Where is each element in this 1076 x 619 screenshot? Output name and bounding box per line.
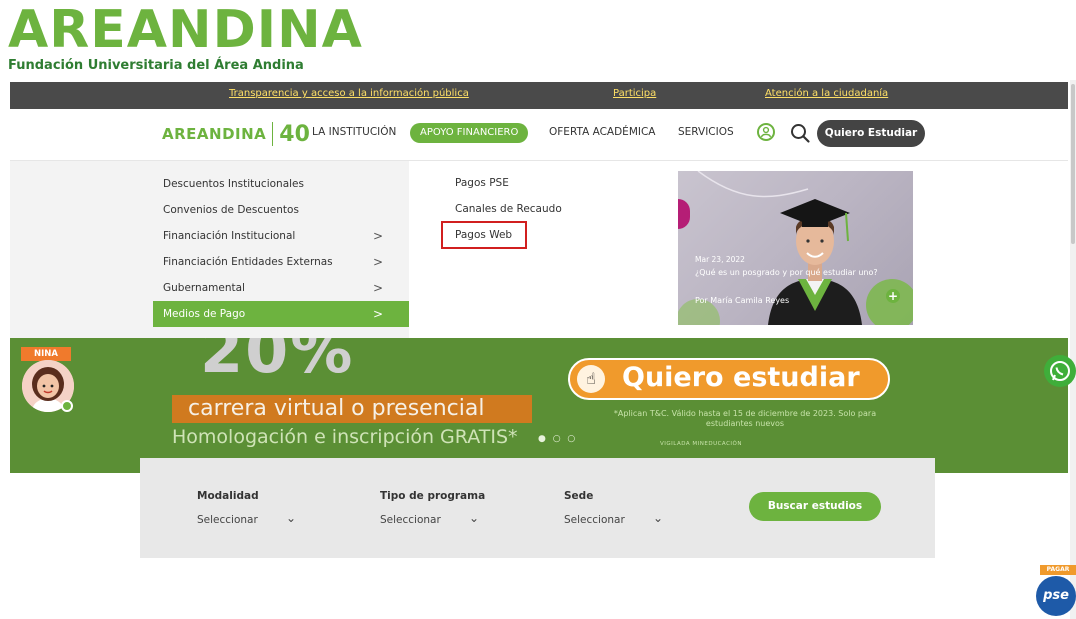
user-icon[interactable] — [757, 123, 775, 141]
nav-oferta-academica[interactable]: OFERTA ACADÉMICA — [549, 126, 656, 138]
hero-cta-label: Quiero estudiar — [622, 362, 860, 393]
chevron-down-icon[interactable]: ⌄ — [469, 511, 479, 525]
hero-fine-print: *Aplican T&C. Válido hasta el 15 de dici… — [613, 409, 877, 428]
nav-apoyo-financiero[interactable]: APOYO FINANCIERO — [410, 123, 529, 143]
link-participa[interactable]: Participa — [613, 88, 656, 99]
carousel-dots[interactable]: ● ○ ○ — [538, 434, 577, 444]
link-atencion-ciudadania[interactable]: Atención a la ciudadanía — [765, 88, 888, 99]
menu-item-financiacion-institucional[interactable]: Financiación Institucional > — [153, 223, 409, 249]
whatsapp-icon[interactable] — [1044, 355, 1076, 387]
menu-item-label: Medios de Pago — [163, 308, 246, 320]
link-transparencia[interactable]: Transparencia y acceso a la información … — [229, 88, 469, 99]
menu-item-label: Financiación Entidades Externas — [163, 256, 333, 268]
menu-item-convenios-descuentos[interactable]: Convenios de Descuentos — [153, 197, 409, 223]
modalidad-label: Modalidad — [197, 490, 259, 502]
menu-item-gubernamental[interactable]: Gubernamental > — [153, 275, 409, 301]
tipo-programa-select[interactable]: Seleccionar — [380, 514, 441, 526]
mega-menu-apoyo-financiero: Descuentos Institucionales Convenios de … — [10, 161, 1068, 338]
nav-logo-wordmark: AREANDINA — [162, 125, 267, 143]
brand-tagline: Fundación Universitaria del Área Andina — [8, 58, 304, 73]
chevron-down-icon[interactable]: ⌄ — [286, 511, 296, 525]
featured-article-card[interactable]: Mar 23, 2022 ¿Qué es un posgrado y por q… — [678, 171, 913, 325]
highlight-box — [441, 221, 527, 249]
hero-carrera-text: carrera virtual o presencial — [172, 395, 532, 423]
chevron-down-icon[interactable]: ⌄ — [653, 511, 663, 525]
nina-label[interactable]: NINA — [21, 347, 71, 361]
scrollbar-thumb[interactable] — [1071, 84, 1075, 244]
menu-item-label: Convenios de Descuentos — [163, 204, 299, 216]
vigilada-label: VIGILADA MINEDUCACIÓN — [660, 441, 742, 447]
nav-logo-anniversary: 40 — [279, 121, 310, 147]
buscar-estudios-button[interactable]: Buscar estudios — [749, 492, 881, 521]
card-date: Mar 23, 2022 — [695, 255, 745, 264]
nav-servicios[interactable]: SERVICIOS — [678, 126, 734, 138]
menu-item-medios-de-pago[interactable]: Medios de Pago > — [153, 301, 409, 327]
program-search-panel: Modalidad Seleccionar ⌄ Tipo de programa… — [140, 458, 935, 558]
chevron-right-icon: > — [372, 281, 383, 295]
menu-item-label: Financiación Institucional — [163, 230, 296, 242]
hero-homologacion-text: Homologación e inscripción GRATIS* — [172, 426, 518, 448]
menu-item-financiacion-entidades-externas[interactable]: Financiación Entidades Externas > — [153, 249, 409, 275]
top-utility-bar: Transparencia y acceso a la información … — [10, 82, 1068, 109]
search-icon[interactable] — [789, 122, 811, 144]
brand-logo[interactable]: AREANDINA Fundación Universitaria del Ár… — [8, 0, 363, 84]
menu-item-label: Gubernamental — [163, 282, 245, 294]
pointer-hand-icon: ☝ — [577, 365, 605, 393]
nav-logo-divider — [272, 122, 274, 146]
chevron-right-icon: > — [372, 307, 383, 321]
plus-icon[interactable]: + — [886, 289, 900, 303]
card-title: ¿Qué es un posgrado y por qué estudiar u… — [695, 268, 878, 277]
sede-label: Sede — [564, 490, 594, 502]
chevron-right-icon: > — [372, 255, 383, 269]
chevron-right-icon: > — [372, 229, 383, 243]
card-author: Por María Camila Reyes — [695, 296, 790, 305]
quiero-estudiar-button[interactable]: Quiero Estudiar — [817, 120, 925, 147]
nav-la-institucion[interactable]: LA INSTITUCIÓN — [312, 126, 396, 138]
hero-banner: 20% ☝ Quiero estudiar carrera virtual o … — [10, 338, 1068, 473]
brand-wordmark: AREANDINA — [8, 0, 363, 60]
sede-select[interactable]: Seleccionar — [564, 514, 625, 526]
submenu-pagos-pse[interactable]: Pagos PSE — [455, 177, 509, 189]
menu-item-descuentos-institucionales[interactable]: Descuentos Institucionales — [153, 171, 409, 197]
main-nav: AREANDINA 40 LA INSTITUCIÓN APOYO FINANC… — [10, 109, 1068, 161]
nav-logo[interactable]: AREANDINA 40 — [162, 119, 310, 149]
pse-logo-icon[interactable]: pse — [1036, 576, 1076, 616]
online-status-dot — [61, 400, 73, 412]
hero-quiero-estudiar-button[interactable]: ☝ Quiero estudiar — [568, 358, 890, 400]
tipo-programa-label: Tipo de programa — [380, 490, 486, 502]
submenu-canales-recaudo[interactable]: Canales de Recaudo — [455, 203, 562, 215]
modalidad-select[interactable]: Seleccionar — [197, 514, 258, 526]
pse-pagar-tag[interactable]: PAGAR — [1040, 565, 1076, 575]
hero-discount: 20% — [200, 338, 355, 387]
menu-item-label: Descuentos Institucionales — [163, 178, 304, 190]
